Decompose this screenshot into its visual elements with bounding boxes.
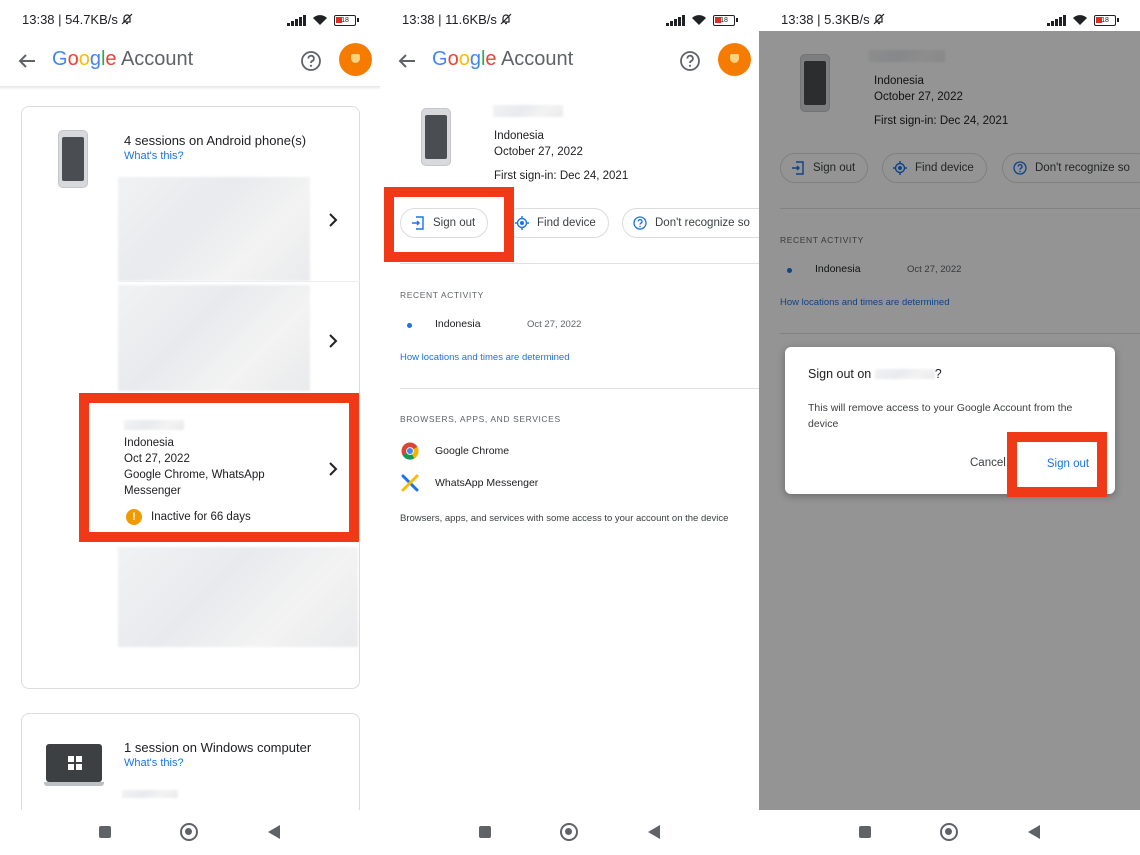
- first-signin: First sign-in: Dec 24, 2021: [494, 170, 629, 182]
- status-bar: 13:38 | 54.7KB/s 18: [0, 0, 380, 40]
- activity-dot: [407, 323, 412, 328]
- android-sessions-heading: 4 sessions on Android phone(s): [124, 133, 307, 148]
- app-bar: Google Account: [0, 40, 380, 84]
- back-arrow-icon[interactable]: [16, 50, 38, 72]
- status-icons: 18: [287, 12, 359, 28]
- signal-icon: [666, 14, 685, 26]
- divider: [400, 263, 759, 264]
- whatsapp-messenger-icon: [401, 474, 419, 492]
- android-phone-icon: [421, 108, 451, 166]
- help-icon[interactable]: [679, 50, 701, 72]
- battery-icon: 18: [713, 14, 738, 26]
- avatar[interactable]: [718, 43, 751, 76]
- whats-this-link[interactable]: What's this?: [124, 757, 184, 769]
- recents-button[interactable]: [479, 826, 491, 838]
- chevron-right-icon[interactable]: [326, 334, 340, 348]
- locate-icon: [515, 216, 529, 230]
- windows-laptop-icon: [44, 744, 104, 788]
- app-bar-shadow: [0, 86, 380, 90]
- divider: [118, 281, 360, 282]
- device-location: Indonesia: [494, 130, 544, 142]
- help-icon[interactable]: [300, 50, 322, 72]
- signal-icon: [1047, 14, 1066, 26]
- wifi-icon: [1073, 15, 1087, 25]
- status-time: 13:38 | 11.6KB/s: [402, 12, 512, 27]
- signal-icon: [287, 14, 306, 26]
- panel-sign-out-dialog: 13:38 | 5.3KB/s 18 Indonesia October 27,…: [759, 0, 1140, 855]
- recents-button[interactable]: [859, 826, 871, 838]
- status-icons: 18: [666, 12, 738, 28]
- device-date: October 27, 2022: [494, 146, 583, 158]
- wifi-icon: [313, 15, 327, 25]
- device-name-redacted: [493, 105, 563, 117]
- apps-heading: BROWSERS, APPS, AND SERVICES: [400, 414, 561, 424]
- highlight-box-session: [79, 393, 359, 542]
- windows-sessions-heading: 1 session on Windows computer: [124, 740, 312, 755]
- app-title: Google Account: [432, 48, 574, 70]
- back-button[interactable]: [1028, 825, 1040, 839]
- chrome-icon: [401, 442, 419, 460]
- panel-device-list: 13:38 | 54.7KB/s 18 Google Account 4 ses…: [0, 0, 380, 855]
- android-nav-bar: [380, 810, 759, 855]
- android-nav-bar: [0, 810, 380, 855]
- recents-button[interactable]: [99, 826, 111, 838]
- back-arrow-icon[interactable]: [396, 50, 418, 72]
- bell-muted-icon: [121, 13, 133, 25]
- bell-muted-icon: [500, 13, 512, 25]
- app-item-chrome: Google Chrome: [435, 445, 510, 457]
- highlight-box-confirm: [1007, 432, 1107, 497]
- whats-this-link[interactable]: What's this?: [124, 150, 184, 162]
- android-phone-icon: [58, 130, 88, 188]
- device-name-redacted: [122, 790, 178, 798]
- cancel-button[interactable]: Cancel: [970, 457, 1006, 469]
- android-nav-bar: [759, 810, 1140, 855]
- activity-date: Oct 27, 2022: [527, 319, 582, 330]
- status-icons: 18: [1047, 12, 1119, 28]
- panel-device-detail: 13:38 | 11.6KB/s 18 Google Account Indon…: [380, 0, 759, 855]
- activity-location: Indonesia: [435, 318, 481, 330]
- question-icon: [633, 216, 647, 230]
- dialog-body: This will remove access to your Google A…: [808, 402, 1073, 430]
- recent-activity-heading: RECENT ACTIVITY: [400, 290, 484, 300]
- status-time: 13:38 | 54.7KB/s: [22, 12, 133, 27]
- bell-muted-icon: [873, 13, 885, 25]
- dialog-title: Sign out on ?: [808, 367, 942, 381]
- status-time: 13:38 | 5.3KB/s: [781, 12, 885, 27]
- back-button[interactable]: [648, 825, 660, 839]
- highlight-box-sign-out: [384, 187, 514, 262]
- dont-recognize-label: Don't recognize so: [655, 217, 750, 229]
- session-item-redacted[interactable]: [118, 547, 358, 647]
- app-title: Google Account: [52, 48, 194, 70]
- apps-footnote: Browsers, apps, and services with some a…: [400, 513, 729, 524]
- session-item-redacted[interactable]: [118, 177, 310, 281]
- home-button[interactable]: [180, 823, 198, 841]
- locations-info-link[interactable]: How locations and times are determined: [400, 352, 570, 363]
- chevron-right-icon[interactable]: [326, 213, 340, 227]
- battery-icon: 18: [334, 14, 359, 26]
- back-button[interactable]: [268, 825, 280, 839]
- avatar[interactable]: [339, 43, 372, 76]
- dont-recognize-chip[interactable]: Don't recognize so: [622, 208, 759, 238]
- app-item-whatsapp: WhatsApp Messenger: [435, 477, 539, 489]
- home-button[interactable]: [560, 823, 578, 841]
- divider: [400, 388, 759, 389]
- wifi-icon: [692, 15, 706, 25]
- find-device-label: Find device: [537, 217, 596, 229]
- status-bar: 13:38 | 11.6KB/s 18: [380, 0, 759, 40]
- device-name-redacted: [874, 369, 935, 379]
- app-bar: Google Account: [380, 40, 759, 84]
- home-button[interactable]: [940, 823, 958, 841]
- find-device-chip[interactable]: Find device: [504, 208, 609, 238]
- battery-icon: 18: [1094, 14, 1119, 26]
- session-item-redacted[interactable]: [118, 285, 310, 391]
